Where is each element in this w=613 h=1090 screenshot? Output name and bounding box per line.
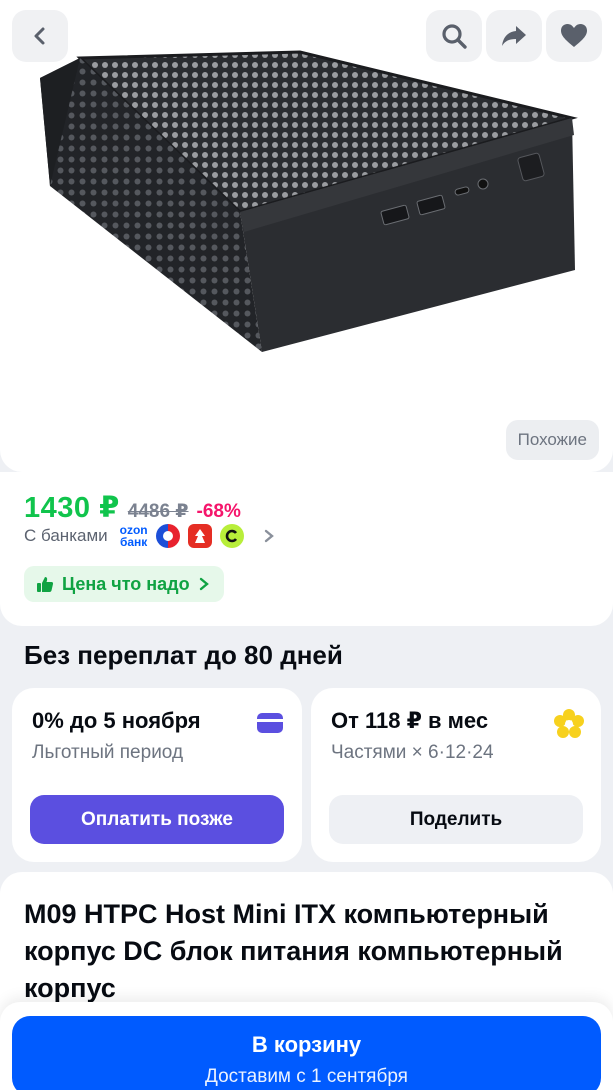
pay-later-subtitle: Льготный период [32,742,184,763]
good-price-badge[interactable]: Цена что надо [24,566,224,602]
search-icon [442,24,467,49]
delivery-date-label: Доставим с 1 сентября [205,1066,408,1087]
price-row: 1430 ₽ 4486 ₽ -68% [24,490,241,525]
ozon-logo-line2: банк [119,535,148,549]
split-payment-title: От 118 ₽ в мес [331,708,489,733]
price-card: 1430 ₽ 4486 ₽ -68% С банками ozon банк Ц… [0,472,613,626]
back-button[interactable] [12,10,68,62]
share-icon [502,26,526,46]
ozon-bank-logo: ozon банк [120,524,148,548]
chevron-right-icon [264,529,274,543]
pay-later-button[interactable]: Оплатить позже [30,795,284,844]
bottom-cart-bar: В корзину Доставим с 1 сентября [0,1002,613,1090]
split-payment-button[interactable]: Поделить [329,795,583,844]
similar-label: Похожие [517,430,587,449]
bank-icon-red [187,524,212,548]
share-button[interactable] [486,10,542,62]
pay-later-title: 0% до 5 ноября [32,708,201,733]
product-image-area[interactable]: Похожие [0,0,613,472]
bank-icon-blue-red [155,524,180,548]
product-photo [40,50,578,352]
add-to-cart-button[interactable]: В корзину Доставим с 1 сентября [12,1016,601,1090]
product-title: M09 HTPC Host Mini ITX компьютерный корп… [24,899,563,1003]
old-price: 4486 ₽ [127,501,189,522]
good-price-label: Цена что надо [62,573,190,594]
chevron-left-icon [34,27,45,45]
discount-percent: -68% [196,501,241,522]
similar-button[interactable]: Похожие [505,420,599,460]
heart-icon [561,24,587,47]
favorite-button[interactable] [546,10,602,62]
pay-later-card[interactable]: 0% до 5 ноября Льготный период Оплатить … [12,688,302,862]
split-payment-subtitle: Частями × 6·12·24 [331,742,494,763]
add-to-cart-label: В корзину [251,1032,362,1057]
bank-icon-green [219,524,244,548]
bank-offers-row[interactable]: С банками ozon банк [24,524,276,548]
card-icon [257,713,283,733]
current-price: 1430 ₽ [24,492,120,524]
split-payment-card[interactable]: От 118 ₽ в мес Частями × 6·12·24 Поделит… [311,688,601,862]
thumbs-up-icon [37,577,54,592]
search-button[interactable] [426,10,482,62]
installments-title: Без переплат до 80 дней [24,640,343,670]
chevron-right-icon [199,577,209,591]
banks-label: С банками [24,526,108,545]
flower-icon [554,709,584,738]
